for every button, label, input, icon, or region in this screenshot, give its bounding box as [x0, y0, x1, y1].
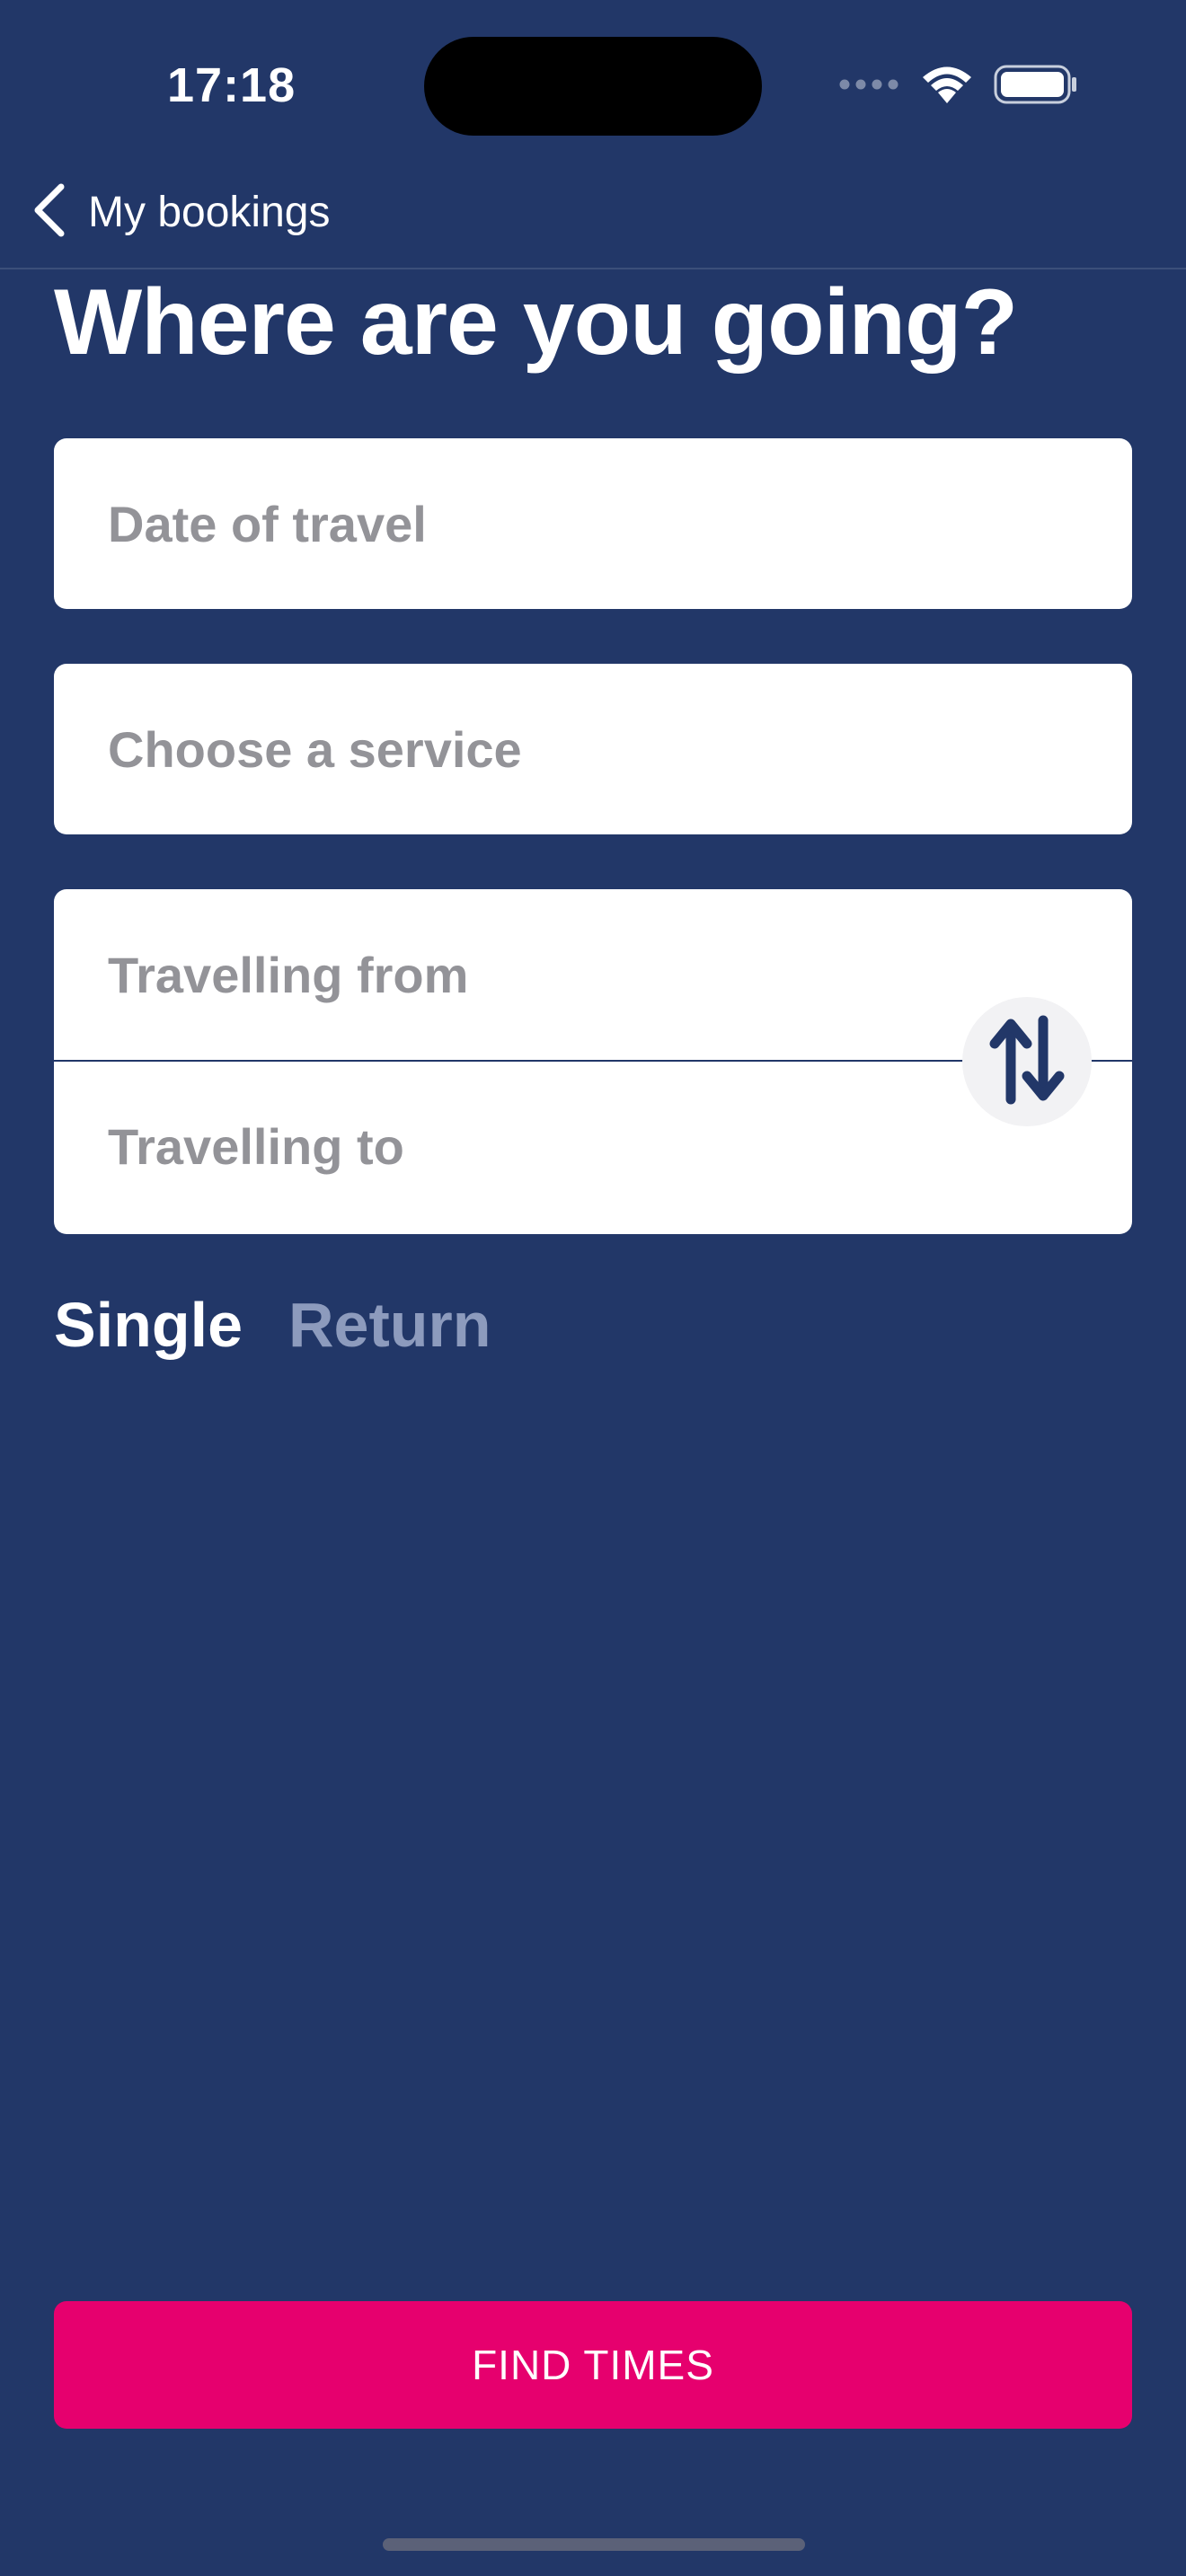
back-button[interactable]: My bookings: [31, 183, 330, 242]
booking-screen: 17:18 My bookings Where are you going? D…: [0, 0, 1186, 2576]
swap-vertical-icon: [987, 1015, 1067, 1109]
home-indicator: [383, 2538, 805, 2551]
find-times-button[interactable]: FIND TIMES: [54, 2301, 1132, 2429]
chevron-left-icon: [31, 183, 68, 242]
service-field[interactable]: Choose a service: [54, 664, 1132, 834]
dynamic-island: [424, 37, 762, 136]
travelling-to-placeholder: Travelling to: [108, 1118, 404, 1175]
swap-stations-button[interactable]: [962, 997, 1092, 1126]
tab-single[interactable]: Single: [54, 1289, 243, 1361]
find-times-label: FIND TIMES: [472, 2342, 714, 2388]
navigation-bar: My bookings: [0, 171, 1186, 269]
service-placeholder: Choose a service: [108, 721, 522, 778]
page-title: Where are you going?: [54, 270, 1018, 375]
back-button-label: My bookings: [88, 189, 331, 236]
date-of-travel-field[interactable]: Date of travel: [54, 438, 1132, 609]
battery-icon: [994, 64, 1078, 110]
tab-return[interactable]: Return: [288, 1289, 491, 1361]
status-time: 17:18: [167, 58, 296, 112]
status-icons: [839, 65, 1078, 108]
cellular-dots-icon: [839, 78, 900, 94]
wifi-icon: [920, 64, 974, 110]
travelling-from-placeholder: Travelling from: [108, 947, 469, 1003]
date-of-travel-placeholder: Date of travel: [108, 496, 427, 552]
